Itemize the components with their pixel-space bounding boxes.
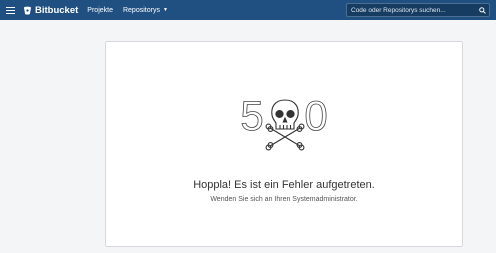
error-subtitle: Wenden Sie sich an Ihren Systemadministr… [210,196,358,203]
error-500-illustration: 5 0 [240,94,328,151]
nav-repositories-label: Repositorys [122,6,160,14]
error-panel: 5 0 Hoppla! Es ist ein Fehler aufgetrete… [105,41,463,247]
error-code-digit-0: 0 [304,94,327,139]
hamburger-menu-button[interactable] [0,0,20,20]
bitbucket-logo[interactable]: Bitbucket [20,0,82,20]
skull-crossbones-icon [265,99,305,151]
search-icon[interactable] [475,6,489,14]
search-box[interactable] [346,3,490,17]
search-input[interactable] [347,6,475,14]
error-title: Hoppla! Es ist ein Fehler aufgetreten. [193,179,375,191]
error-code-digit-5: 5 [240,94,263,139]
brand-name: Bitbucket [35,4,79,16]
bitbucket-logo-icon [23,6,32,15]
nav-projects[interactable]: Projekte [82,0,118,20]
top-navigation-bar: Bitbucket Projekte Repositorys ▼ [0,0,496,20]
chevron-down-icon: ▼ [162,7,168,13]
nav-repositories-dropdown[interactable]: Repositorys ▼ [118,0,173,20]
hamburger-icon [5,6,15,14]
nav-projects-label: Projekte [87,6,113,14]
